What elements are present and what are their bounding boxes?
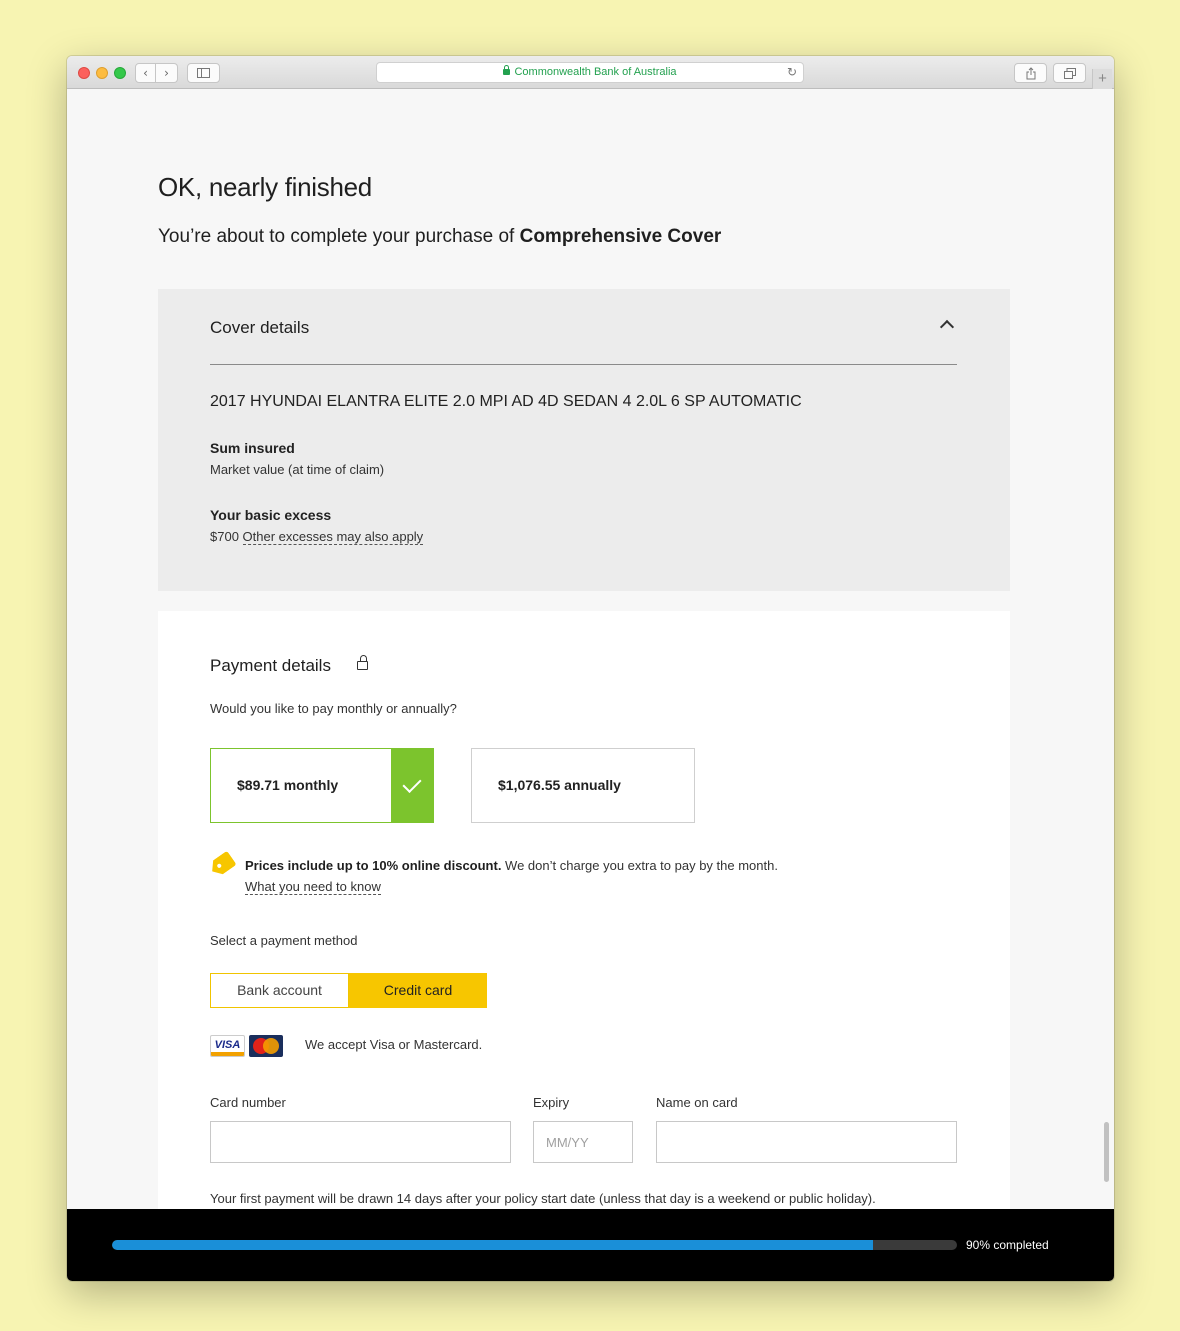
share-icon xyxy=(1026,67,1035,80)
expiry-input[interactable] xyxy=(533,1121,633,1163)
progress-fill xyxy=(112,1240,873,1250)
annual-option-label: $1,076.55 annually xyxy=(498,777,621,793)
browser-toolbar: ‹ › Commonwealth Bank of Australia ↻ + xyxy=(67,56,1114,89)
what-you-need-to-know-link[interactable]: What you need to know xyxy=(245,879,381,895)
accepted-cards-text: We accept Visa or Mastercard. xyxy=(305,1037,483,1052)
visa-icon xyxy=(210,1035,245,1057)
discount-notice-bold: Prices include up to 10% online discount… xyxy=(245,858,502,873)
sidebar-icon xyxy=(197,68,210,78)
sum-insured-value: Market value (at time of claim) xyxy=(210,462,385,477)
payment-details-panel: Payment details Would you like to pay mo… xyxy=(158,611,1010,1281)
first-payment-note: Your first payment will be drawn 14 days… xyxy=(210,1191,876,1206)
address-bar[interactable]: Commonwealth Bank of Australia ↻ xyxy=(376,62,804,83)
mastercard-icon xyxy=(249,1035,283,1057)
card-number-input[interactable] xyxy=(210,1121,511,1163)
payment-method-label: Select a payment method xyxy=(210,933,358,948)
monthly-option-label: $89.71 monthly xyxy=(237,777,339,793)
address-text: Commonwealth Bank of Australia xyxy=(514,66,677,78)
credit-card-tab[interactable]: Credit card xyxy=(349,973,487,1008)
checkmark-icon xyxy=(402,773,422,794)
purchase-summary: You’re about to complete your purchase o… xyxy=(158,226,721,248)
discount-notice: Prices include up to 10% online discount… xyxy=(245,858,778,873)
tabs-icon xyxy=(1063,68,1076,79)
vehicle-description: 2017 HYUNDAI ELANTRA ELITE 2.0 MPI AD 4D… xyxy=(210,393,802,410)
monthly-option[interactable]: $89.71 monthly xyxy=(210,748,434,823)
show-tabs-button[interactable] xyxy=(1053,63,1086,83)
zoom-window-button[interactable] xyxy=(114,67,126,79)
page-title: OK, nearly finished xyxy=(158,172,372,202)
padlock-icon xyxy=(357,655,368,670)
sidebar-toggle-button[interactable] xyxy=(187,63,220,83)
purchase-summary-prefix: You’re about to complete your purchase o… xyxy=(158,226,520,247)
forward-button[interactable]: › xyxy=(156,63,178,83)
reload-icon[interactable]: ↻ xyxy=(787,63,797,82)
product-name: Comprehensive Cover xyxy=(519,226,722,247)
discount-notice-text: We don’t charge you extra to pay by the … xyxy=(501,858,778,873)
sum-insured-label: Sum insured xyxy=(210,440,295,456)
name-on-card-input[interactable] xyxy=(656,1121,957,1163)
bank-account-tab[interactable]: Bank account xyxy=(210,973,349,1008)
close-window-button[interactable] xyxy=(78,67,90,79)
name-on-card-label: Name on card xyxy=(656,1095,738,1110)
secure-lock-icon xyxy=(503,65,511,75)
progress-track xyxy=(112,1240,957,1250)
selected-indicator xyxy=(391,748,434,823)
page-scrollbar[interactable] xyxy=(1104,1122,1109,1182)
share-button[interactable] xyxy=(1014,63,1047,83)
payment-frequency-question: Would you like to pay monthly or annuall… xyxy=(210,701,457,716)
payment-details-title: Payment details xyxy=(210,656,331,675)
progress-footer: 90% completed xyxy=(67,1209,1114,1281)
other-excesses-link[interactable]: Other excesses may also apply xyxy=(242,529,424,545)
annual-option[interactable]: $1,076.55 annually xyxy=(471,748,695,823)
basic-excess-label: Your basic excess xyxy=(210,507,332,523)
basic-excess-value: $700 Other excesses may also apply xyxy=(210,529,424,545)
browser-window: ‹ › Commonwealth Bank of Australia ↻ + O… xyxy=(67,56,1114,1281)
chevron-up-icon[interactable] xyxy=(939,319,955,335)
cover-details-panel: Cover details 2017 HYUNDAI ELANTRA ELITE… xyxy=(158,289,1010,591)
card-number-label: Card number xyxy=(210,1095,286,1110)
cover-divider xyxy=(210,364,957,365)
minimize-window-button[interactable] xyxy=(96,67,108,79)
price-tag-icon xyxy=(207,851,236,879)
expiry-label: Expiry xyxy=(533,1095,570,1110)
cover-details-title[interactable]: Cover details xyxy=(210,318,309,338)
progress-label: 90% completed xyxy=(966,1238,1049,1252)
back-button[interactable]: ‹ xyxy=(135,63,156,83)
excess-amount: $700 xyxy=(210,529,239,544)
new-tab-button[interactable]: + xyxy=(1092,69,1112,89)
